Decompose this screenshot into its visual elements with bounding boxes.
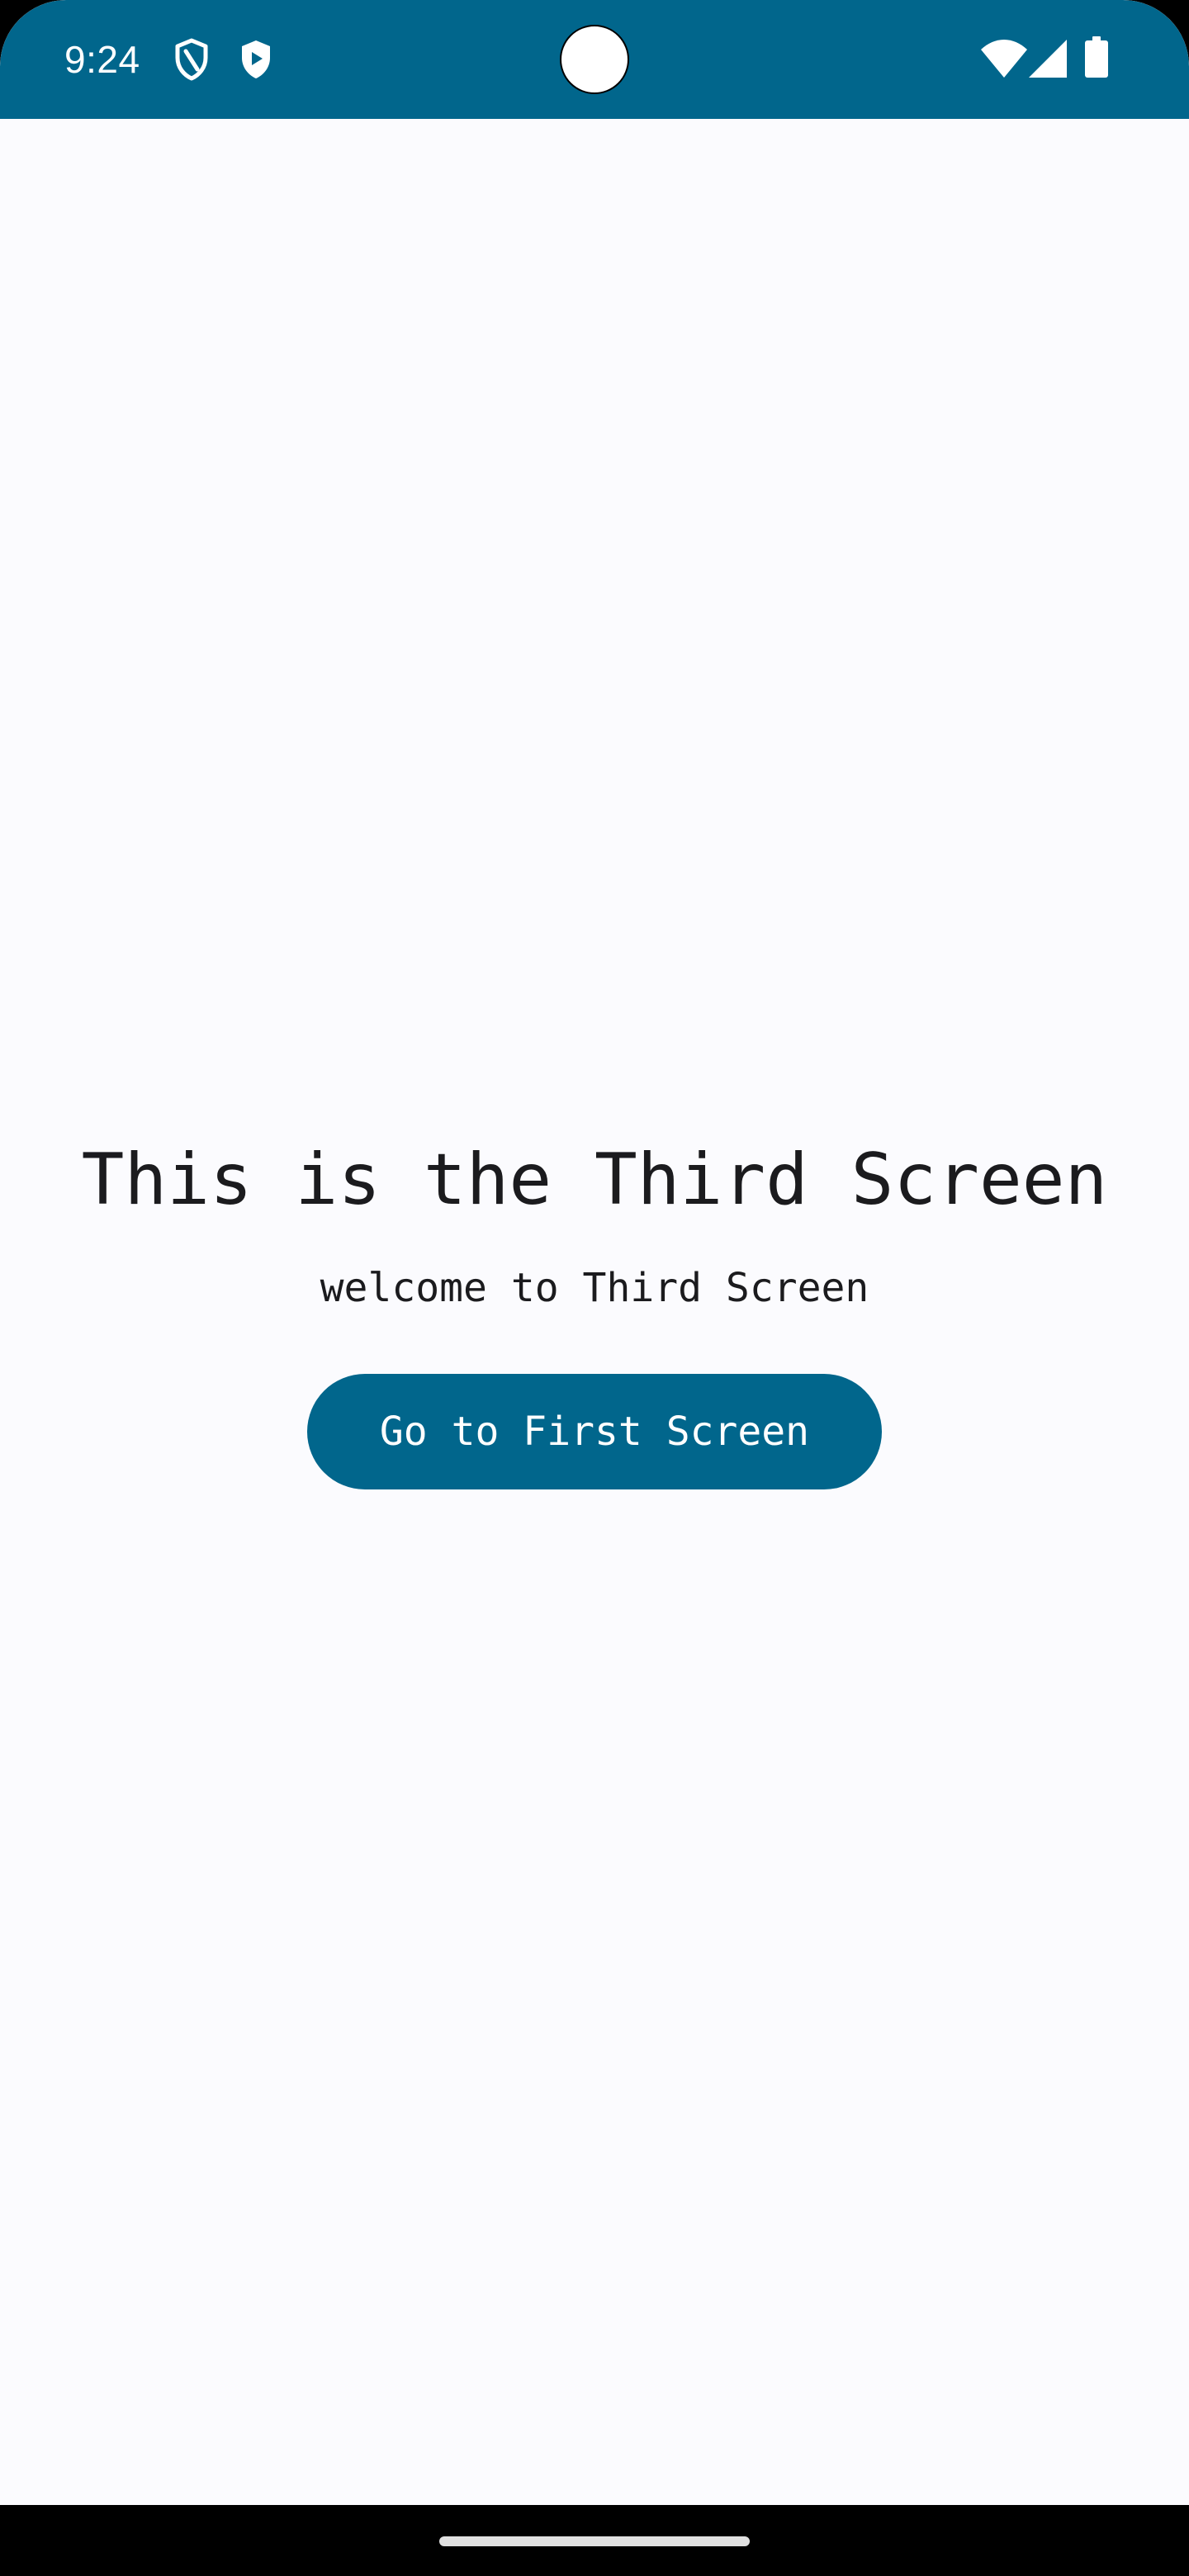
home-indicator[interactable] bbox=[439, 2536, 750, 2546]
wifi-icon bbox=[981, 40, 1027, 78]
cellular-signal-icon bbox=[1029, 40, 1067, 78]
app-screen: 9:24 This is the Third Screen welcome to… bbox=[0, 0, 1189, 2576]
shield-play-icon bbox=[242, 40, 270, 78]
camera-cutout bbox=[560, 25, 629, 94]
screen-title: This is the Third Screen bbox=[81, 1139, 1108, 1221]
battery-icon bbox=[1085, 36, 1108, 78]
shield-outline-icon bbox=[175, 38, 208, 81]
screen-content: This is the Third Screen welcome to Thir… bbox=[0, 119, 1189, 2505]
status-bar: 9:24 bbox=[0, 0, 1189, 119]
go-to-first-screen-button[interactable]: Go to First Screen bbox=[307, 1374, 882, 1489]
status-time: 9:24 bbox=[64, 38, 140, 81]
screen-subtitle: welcome to Third Screen bbox=[320, 1265, 869, 1311]
navigation-bar bbox=[0, 2505, 1189, 2576]
